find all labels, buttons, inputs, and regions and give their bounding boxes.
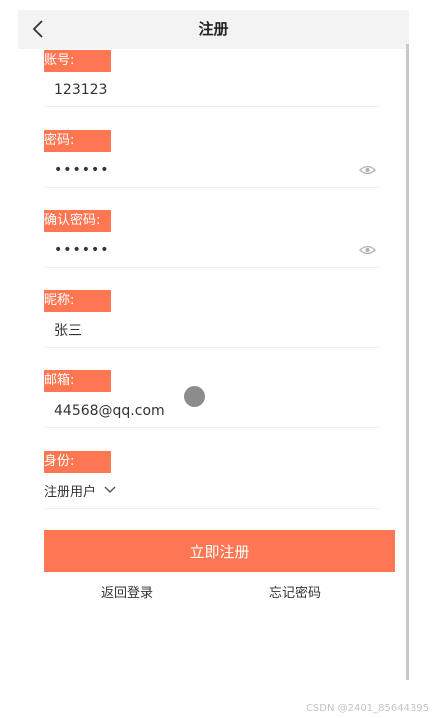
scrollbar-divider [406,44,409,680]
email-label: 邮箱: [44,370,111,392]
password-divider [44,187,380,188]
account-label: 账号: [44,50,111,72]
role-select-value: 注册用户 [44,484,97,500]
touch-indicator [184,386,205,407]
register-button[interactable]: 立即注册 [44,530,395,572]
nickname-label: 昵称: [44,290,111,312]
page-title: 注册 [198,20,229,38]
back-to-login-link[interactable]: 返回登录 [101,582,153,601]
nickname-divider [44,347,380,348]
account-input[interactable]: 123123 [54,80,107,100]
role-label: 身份: [44,451,111,473]
confirm-password-divider [44,267,380,268]
password-input[interactable]: •••••• [54,160,110,180]
eye-icon[interactable] [359,244,376,256]
register-page: 注册 账号: 123123 密码: •••••• 确认密码: •••••• 昵称… [0,0,433,718]
email-input[interactable]: 44568@qq.com [54,401,165,421]
forgot-password-link[interactable]: 忘记密码 [269,582,321,601]
chevron-down-icon [104,486,116,493]
account-divider [44,106,380,107]
confirm-password-input[interactable]: •••••• [54,240,110,260]
password-label: 密码: [44,130,111,152]
nickname-input[interactable]: 张三 [54,321,82,341]
nav-bar: 注册 [18,10,409,49]
watermark: CSDN @2401_85644395 [305,703,429,714]
role-select[interactable]: 注册用户 [44,480,116,500]
eye-icon[interactable] [359,164,376,176]
email-divider [44,427,380,428]
role-divider [44,508,380,509]
confirm-password-label: 确认密码: [44,210,111,232]
